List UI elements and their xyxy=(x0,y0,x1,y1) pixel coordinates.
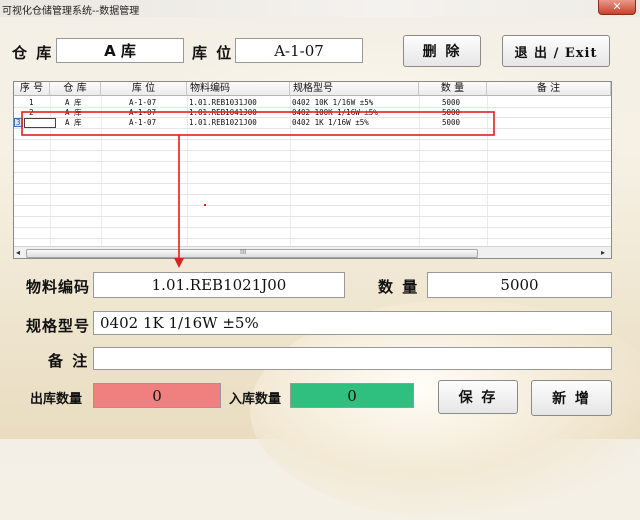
row-divider xyxy=(14,128,611,129)
warehouse-field[interactable]: A 库 xyxy=(56,38,184,63)
table-row[interactable]: 2 A 库 A-1-07 1.01.REB1041J00 0402 100K 1… xyxy=(14,108,611,117)
scroll-thumb[interactable]: III xyxy=(26,248,478,258)
cell-warehouse: A 库 xyxy=(65,118,82,127)
cell-code: 1.01.REB1041J00 xyxy=(189,108,257,117)
row-divider xyxy=(14,150,611,151)
arrow-head-icon xyxy=(174,258,184,268)
table-row-selected[interactable]: 3 A 库 A-1-07 1.01.REB1021J00 0402 1K 1/1… xyxy=(14,118,611,128)
table-row[interactable]: 1 A 库 A-1-07 1.01.REB1031J00 0402 10K 1/… xyxy=(14,98,611,107)
save-button[interactable]: 保 存 xyxy=(438,380,518,414)
inventory-table[interactable]: 序 号 仓 库 库 位 物料编码 规格型号 数 量 备 注 1 A 库 A-1-… xyxy=(13,81,612,259)
scroll-grip: III xyxy=(240,248,247,256)
in-qty-field[interactable]: 0 xyxy=(290,383,414,408)
edit-cell[interactable] xyxy=(24,118,56,128)
cell-index: 2 xyxy=(29,108,34,117)
cell-warehouse: A 库 xyxy=(65,98,82,107)
add-new-button[interactable]: 新 增 xyxy=(531,380,612,416)
code-field[interactable]: 1.01.REB1021J00 xyxy=(93,272,345,298)
column-header-spec[interactable]: 规格型号 xyxy=(290,82,419,96)
cell-spec: 0402 100K 1/16W ±5% xyxy=(292,108,378,117)
column-header-location[interactable]: 库 位 xyxy=(101,82,187,96)
column-header-warehouse[interactable]: 仓 库 xyxy=(50,82,101,96)
spec-field[interactable]: 0402 1K 1/16W ±5% xyxy=(93,311,612,335)
note-label: 备 注 xyxy=(48,352,90,370)
in-qty-label: 入库数量 xyxy=(229,392,282,407)
location-label: 库 位 xyxy=(192,44,234,62)
title-bar: 可视化仓储管理系统--数据管理 xyxy=(0,0,640,17)
note-field[interactable] xyxy=(93,347,612,370)
cell-index: 3 xyxy=(16,118,21,127)
cell-warehouse: A 库 xyxy=(65,108,82,117)
close-window-button[interactable]: ✕ xyxy=(598,0,636,15)
column-header-index[interactable]: 序 号 xyxy=(14,82,50,96)
out-qty-field[interactable]: 0 xyxy=(93,383,221,408)
row-divider xyxy=(14,205,611,206)
exit-button[interactable]: 退 出 / Exit xyxy=(502,35,610,67)
scroll-left-icon[interactable]: ◂ xyxy=(16,248,20,257)
row-divider xyxy=(14,238,611,239)
column-header-qty[interactable]: 数 量 xyxy=(419,82,487,96)
row-divider xyxy=(14,172,611,173)
out-qty-label: 出库数量 xyxy=(30,392,83,407)
close-icon: ✕ xyxy=(612,0,622,13)
cell-code: 1.01.REB1021J00 xyxy=(189,118,257,127)
spec-label: 规格型号 xyxy=(26,317,91,335)
row-divider xyxy=(14,139,611,140)
cell-spec: 0402 10K 1/16W ±5% xyxy=(292,98,374,107)
column-header-code[interactable]: 物料编码 xyxy=(187,82,290,96)
cell-location: A-1-07 xyxy=(129,108,157,117)
cell-code: 1.01.REB1031J00 xyxy=(189,98,257,107)
window-title: 可视化仓储管理系统--数据管理 xyxy=(2,6,140,17)
cell-qty: 5000 xyxy=(442,118,461,127)
cell-spec: 0402 1K 1/16W ±5% xyxy=(292,118,369,127)
column-header-note[interactable]: 备 注 xyxy=(487,82,611,96)
warehouse-label: 仓 库 xyxy=(12,44,54,62)
qty-label: 数 量 xyxy=(378,278,420,296)
row-divider xyxy=(14,183,611,184)
location-field[interactable]: A-1-07 xyxy=(235,38,363,63)
row-divider xyxy=(14,194,611,195)
delete-button[interactable]: 删 除 xyxy=(403,35,481,67)
cell-location: A-1-07 xyxy=(129,118,157,127)
qty-field[interactable]: 5000 xyxy=(427,272,612,298)
cell-qty: 5000 xyxy=(442,98,461,107)
scroll-right-icon[interactable]: ▸ xyxy=(601,248,605,257)
horizontal-scrollbar[interactable]: ◂ III ▸ xyxy=(14,246,611,258)
row-divider xyxy=(14,227,611,228)
cell-qty: 5000 xyxy=(442,108,461,117)
row-divider xyxy=(14,216,611,217)
cell-location: A-1-07 xyxy=(129,98,157,107)
code-label: 物料编码 xyxy=(26,278,91,296)
row-divider xyxy=(14,161,611,162)
cell-index: 1 xyxy=(29,98,34,107)
